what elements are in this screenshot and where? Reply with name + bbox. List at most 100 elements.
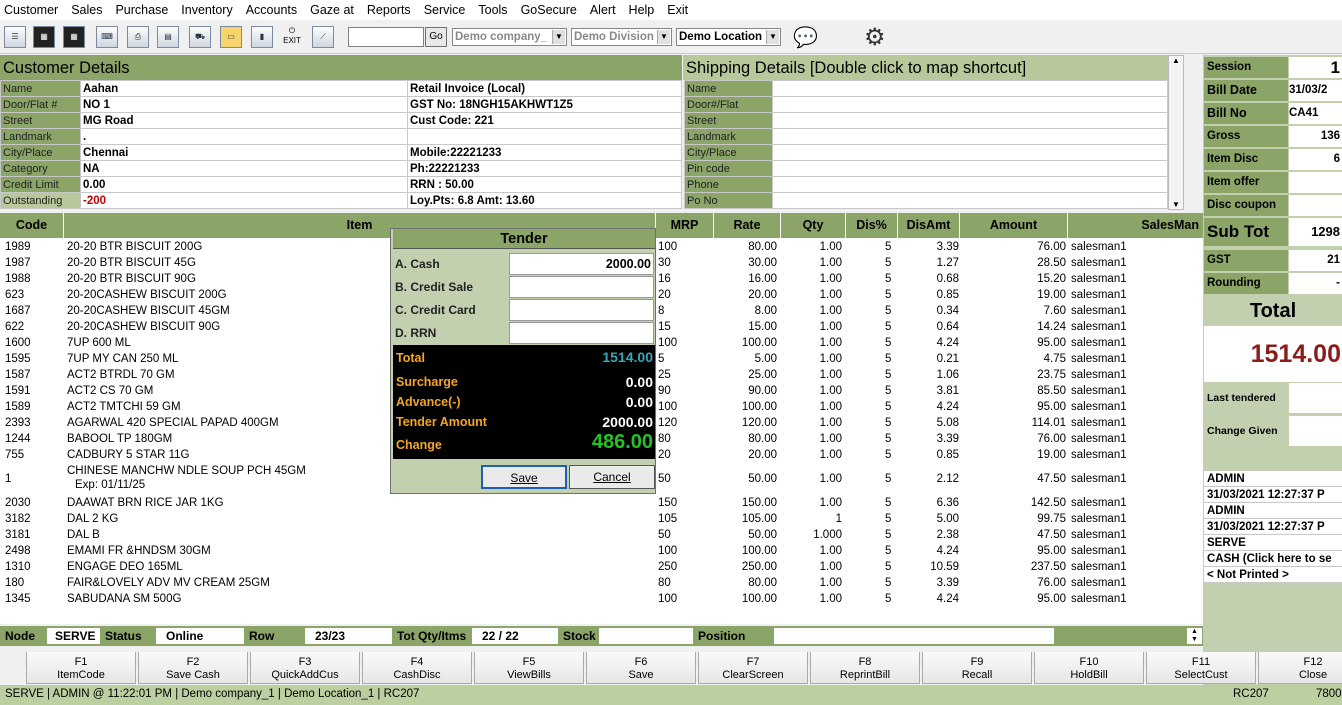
bar-chart-icon[interactable]: ▮ (251, 26, 273, 48)
customer-field-value[interactable]: NA (80, 160, 408, 177)
folder-icon[interactable]: ▭ (220, 26, 242, 48)
keyboard-icon[interactable]: ⌨ (96, 26, 118, 48)
calc-user-icon[interactable]: ▦ (63, 26, 85, 48)
log-line[interactable]: CASH (Click here to se (1204, 551, 1342, 567)
fkey-f2-button[interactable]: F2 Save Cash (138, 652, 248, 684)
cell-dis: 5 (885, 321, 892, 333)
menu-item-service[interactable]: Service (424, 3, 466, 17)
col-header-disamt[interactable]: DisAmt (898, 213, 960, 238)
fkey-f3-button[interactable]: F3 QuickAddCus (250, 652, 360, 684)
document-icon[interactable]: ▤ (157, 26, 179, 48)
table-row[interactable]: 3181 DAL B 50 50.00 1.000 5 2.38 47.50 salesman1 (0, 527, 1203, 543)
line-chart-icon[interactable]: ⟋ (312, 26, 334, 48)
customer-field-value[interactable]: Aahan (80, 80, 408, 97)
table-row[interactable]: 2030 DAAWAT BRN RICE JAR 1KG 150 150.00 1.00… (0, 495, 1203, 511)
calculator-icon[interactable]: ▦ (33, 26, 55, 48)
shipping-field-value[interactable] (772, 112, 1168, 129)
chat-icon[interactable]: 💬 (793, 25, 818, 50)
fkey-f9-button[interactable]: F9 Recall (922, 652, 1032, 684)
menu-item-inventory[interactable]: Inventory (181, 3, 232, 17)
table-row[interactable]: 1345 SABUDANA SM 500G 100 100.00 1.00 5 4.24 95… (0, 591, 1203, 607)
fkey-f4-button[interactable]: F4 CashDisc (362, 652, 472, 684)
table-row[interactable]: 3182 DAL 2 KG 105 105.00 1 5 5.00 99.75 salesman… (0, 511, 1203, 527)
menu-item-customer[interactable]: Customer (4, 3, 58, 17)
cell-qty: 1.00 (819, 401, 842, 413)
menu-item-gaze-at[interactable]: Gaze at (310, 3, 354, 17)
shipping-field-value[interactable] (772, 160, 1168, 177)
col-header-code[interactable]: Code (0, 213, 64, 238)
menu-item-reports[interactable]: Reports (367, 3, 411, 17)
gear-icon[interactable]: ⚙ (864, 23, 886, 52)
menu-item-accounts[interactable]: Accounts (246, 3, 297, 17)
tender-option-input[interactable]: 2000.00 (509, 253, 654, 275)
fkey-f12-button[interactable]: F12 Close (1258, 652, 1342, 684)
menu-item-sales[interactable]: Sales (71, 3, 102, 17)
cell-dis: 5 (885, 369, 892, 381)
table-row[interactable]: 180 FAIR&LOVELY ADV MV CREAM 25GM 80 80.00 1… (0, 575, 1203, 591)
tender-save-button[interactable]: Save (481, 465, 567, 489)
customer-field-value[interactable]: . (80, 128, 408, 145)
print-icon[interactable]: ⎙ (127, 26, 149, 48)
table-row[interactable]: 2498 EMAMI FR &HNDSM 30GM 100 100.00 1.00 5 4.… (0, 543, 1203, 559)
menu-item-purchase[interactable]: Purchase (115, 3, 168, 17)
cell-salesman: salesman1 (1071, 497, 1127, 509)
menu-item-tools[interactable]: Tools (478, 3, 507, 17)
fkey-f7-button[interactable]: F7 ClearScreen (698, 652, 808, 684)
tender-option-input[interactable] (509, 276, 654, 298)
shipping-field-value[interactable] (772, 96, 1168, 113)
location-select[interactable]: Demo Location ▼ (676, 28, 781, 46)
cell-dis: 5 (885, 577, 892, 589)
log-line[interactable]: < Not Printed > (1204, 567, 1342, 583)
col-header-amount[interactable]: Amount (960, 213, 1068, 238)
fkey-f8-button[interactable]: F8 ReprintBill (810, 652, 920, 684)
table-row[interactable]: 1310 ENGAGE DEO 165ML 250 250.00 1.00 5 10.59 2… (0, 559, 1203, 575)
customer-field-value[interactable]: Chennai (80, 144, 408, 161)
customer-field-value[interactable]: 0.00 (80, 176, 408, 193)
cell-rate: 100.00 (741, 337, 777, 349)
col-header-qty[interactable]: Qty (781, 213, 846, 238)
tender-option-input[interactable] (509, 299, 654, 321)
menu-item-exit[interactable]: Exit (667, 3, 688, 17)
exit-icon[interactable]: ⏻ EXIT (281, 26, 303, 48)
fkey-f1-button[interactable]: F1 ItemCode (26, 652, 136, 684)
menu-item-gosecure[interactable]: GoSecure (521, 3, 577, 17)
last-tendered-value (1289, 383, 1342, 413)
col-header-dis[interactable]: Dis% (846, 213, 898, 238)
customer-field-value[interactable]: MG Road (80, 112, 408, 129)
col-header-rate[interactable]: Rate (714, 213, 781, 238)
cell-rate: 8.00 (754, 305, 777, 317)
cart-icon[interactable]: ⛟ (189, 26, 211, 48)
cell-salesman: salesman1 (1071, 593, 1127, 605)
company-select[interactable]: Demo company_ ▼ (452, 28, 567, 46)
shipping-row: Po No (684, 192, 1168, 209)
spinner-icon[interactable]: ▲ ▼ (1187, 628, 1202, 644)
scroll-up-icon[interactable]: ▲ (1169, 56, 1183, 65)
division-select[interactable]: Demo Division ▼ (571, 28, 672, 46)
shipping-field-value[interactable] (772, 128, 1168, 145)
list-icon[interactable]: ☰ (4, 26, 26, 48)
customer-field-value[interactable]: -200 (80, 192, 408, 209)
shipping-field-value[interactable] (772, 80, 1168, 97)
tender-option-input[interactable] (509, 322, 654, 344)
shipping-field-value[interactable] (772, 192, 1168, 209)
customer-field-value[interactable]: NO 1 (80, 96, 408, 113)
change-label: Change (396, 438, 442, 452)
col-header-mrp[interactable]: MRP (656, 213, 714, 238)
shipping-field-value[interactable] (772, 144, 1168, 161)
fkey-f6-button[interactable]: F6 Save (586, 652, 696, 684)
shipping-field-value[interactable] (772, 176, 1168, 193)
tender-cancel-button[interactable]: Cancel (569, 465, 655, 489)
menu-item-help[interactable]: Help (629, 3, 655, 17)
menu-item-alert[interactable]: Alert (590, 3, 616, 17)
fkey-f5-button[interactable]: F5 ViewBills (474, 652, 584, 684)
col-header-salesman[interactable]: SalesMan (1068, 213, 1203, 238)
cell-item: EMAMI FR &HNDSM 30GM (67, 545, 211, 557)
fkey-f11-button[interactable]: F11 SelectCust (1146, 652, 1256, 684)
go-button[interactable]: Go (425, 27, 447, 47)
shipping-scrollbar[interactable]: ▲ ▼ (1168, 55, 1184, 210)
fkey-f10-button[interactable]: F10 HoldBill (1034, 652, 1144, 684)
scroll-down-icon[interactable]: ▼ (1169, 200, 1183, 209)
location-value: Demo Location (679, 31, 763, 43)
cell-disamt: 0.34 (936, 305, 959, 317)
toolbar-search-input[interactable] (348, 27, 424, 47)
